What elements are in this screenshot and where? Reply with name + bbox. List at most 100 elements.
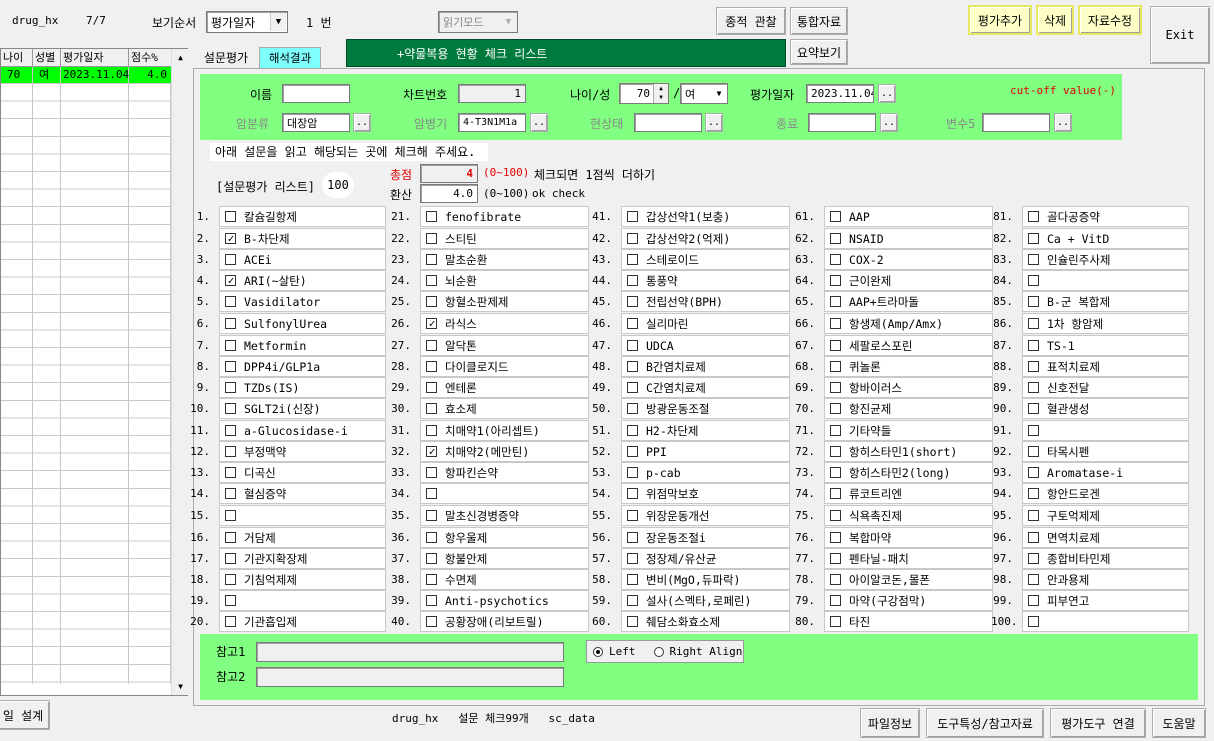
checklist-item[interactable]: H2-차단제 — [621, 420, 790, 441]
checklist-item[interactable]: 전립선약(BPH) — [621, 291, 790, 312]
checkbox[interactable] — [426, 361, 437, 372]
checklist-item[interactable]: 항생제(Amp/Amx) — [824, 313, 993, 334]
checklist-item[interactable]: 방광운동조절 — [621, 398, 790, 419]
scroll-down-icon[interactable]: ▼ — [173, 679, 188, 694]
checkbox[interactable] — [1028, 595, 1039, 606]
checklist-item[interactable]: 신호전달 — [1022, 377, 1189, 398]
checkbox[interactable] — [830, 361, 841, 372]
checklist-item[interactable]: 종합비타민제 — [1022, 548, 1189, 569]
checklist-item[interactable]: 효소제 — [420, 398, 589, 419]
checklist-item[interactable]: TZDs(IS) — [219, 377, 386, 398]
checklist-item[interactable]: AAP+트라마돌 — [824, 291, 993, 312]
checkbox[interactable] — [426, 233, 437, 244]
checklist-item[interactable]: 위장운동개선 — [621, 505, 790, 526]
col-age[interactable]: 나이 — [1, 49, 33, 66]
checkbox[interactable] — [627, 340, 638, 351]
checkbox[interactable] — [225, 340, 236, 351]
checklist-item[interactable]: 펜타닐-패치 — [824, 548, 993, 569]
checkbox[interactable] — [1028, 425, 1039, 436]
checkbox[interactable] — [1028, 296, 1039, 307]
readmode-select[interactable]: 읽기모드 ▼ — [438, 11, 518, 33]
checkbox[interactable] — [830, 595, 841, 606]
checkbox[interactable] — [830, 532, 841, 543]
checklist-item[interactable]: 위점막보호 — [621, 483, 790, 504]
chevron-down-icon[interactable]: ▼ — [501, 13, 516, 31]
col-score[interactable]: 점수% — [129, 49, 171, 66]
checklist-item[interactable]: AAP — [824, 206, 993, 227]
checkbox[interactable] — [1028, 254, 1039, 265]
checkbox[interactable] — [225, 488, 236, 499]
checklist-item[interactable]: NSAID — [824, 228, 993, 249]
checklist-item[interactable]: C간염치료제 — [621, 377, 790, 398]
checkbox[interactable] — [627, 532, 638, 543]
checklist-item[interactable]: COX-2 — [824, 249, 993, 270]
checkbox[interactable] — [225, 361, 236, 372]
checklist-item[interactable]: 치매약2(메만틴) — [420, 441, 589, 462]
grid-scrollbar[interactable]: ▲ ▼ — [171, 49, 188, 695]
checkbox[interactable] — [627, 254, 638, 265]
name-input[interactable] — [282, 84, 350, 103]
checklist-item[interactable]: 아이알코돈,몰폰 — [824, 569, 993, 590]
checklist-item[interactable]: 기타약들 — [824, 420, 993, 441]
checklist-item[interactable]: 공황장애(리보트릴) — [420, 611, 589, 632]
checklist-item[interactable]: 식욕촉진제 — [824, 505, 993, 526]
checkbox[interactable] — [426, 318, 437, 329]
checklist-item[interactable] — [219, 590, 386, 611]
checkbox[interactable] — [426, 254, 437, 265]
current-state-field[interactable] — [634, 113, 702, 132]
checkbox[interactable] — [627, 595, 638, 606]
checkbox[interactable] — [1028, 361, 1039, 372]
checklist-item[interactable]: 타진 — [824, 611, 993, 632]
checkbox[interactable] — [225, 211, 236, 222]
spinner-icon[interactable]: ▲ ▼ — [653, 84, 668, 103]
checklist-item[interactable]: 알닥톤 — [420, 335, 589, 356]
checkbox[interactable] — [426, 446, 437, 457]
checkbox[interactable] — [225, 403, 236, 414]
checkbox[interactable] — [830, 488, 841, 499]
checklist-item[interactable]: 칼슘길항제 — [219, 206, 386, 227]
checklist-item[interactable]: PPI — [621, 441, 790, 462]
sex-select[interactable]: 여 ▼ — [680, 83, 728, 104]
checklist-item[interactable]: 퀴놀론 — [824, 356, 993, 377]
checklist-item[interactable]: 혈심증약 — [219, 483, 386, 504]
end-button[interactable]: .. — [880, 113, 898, 132]
checklist-item[interactable]: 항불안제 — [420, 548, 589, 569]
checklist-item[interactable]: 통풍약 — [621, 270, 790, 291]
checklist-item[interactable]: 항파킨슨약 — [420, 462, 589, 483]
checkbox[interactable] — [627, 318, 638, 329]
checkbox[interactable] — [426, 510, 437, 521]
checklist-item[interactable]: DPP4i/GLP1a — [219, 356, 386, 377]
checkbox[interactable] — [830, 318, 841, 329]
checkbox[interactable] — [225, 553, 236, 564]
checkbox[interactable] — [1028, 382, 1039, 393]
checkbox[interactable] — [225, 595, 236, 606]
chevron-down-icon[interactable]: ▼ — [712, 85, 726, 102]
checkbox[interactable] — [426, 275, 437, 286]
checkbox[interactable] — [225, 425, 236, 436]
checklist-item[interactable]: 1차 항암제 — [1022, 313, 1189, 334]
checklist-item[interactable]: 변비(MgO,듀파락) — [621, 569, 790, 590]
checkbox[interactable] — [627, 403, 638, 414]
checklist-item[interactable]: 면역치료제 — [1022, 527, 1189, 548]
checkbox[interactable] — [426, 467, 437, 478]
checkbox[interactable] — [426, 296, 437, 307]
checklist-item[interactable]: 항우울제 — [420, 527, 589, 548]
checkbox[interactable] — [830, 340, 841, 351]
checklist-item[interactable]: 스테로이드 — [621, 249, 790, 270]
checkbox[interactable] — [830, 467, 841, 478]
stage-button[interactable]: .. — [530, 113, 548, 132]
checkbox[interactable] — [426, 595, 437, 606]
checkbox[interactable] — [225, 446, 236, 457]
checkbox[interactable] — [225, 532, 236, 543]
checkbox[interactable] — [426, 425, 437, 436]
checkbox[interactable] — [1028, 340, 1039, 351]
checklist-item[interactable]: 갑상선약1(보충) — [621, 206, 790, 227]
checklist-item[interactable]: 기침억제제 — [219, 569, 386, 590]
var5-field[interactable] — [982, 113, 1050, 132]
checklist-item[interactable]: 거담제 — [219, 527, 386, 548]
checkbox[interactable] — [426, 488, 437, 499]
checklist-item[interactable]: 말초신경병증약 — [420, 505, 589, 526]
checkbox[interactable] — [225, 296, 236, 307]
checklist-item[interactable]: 항히스타민1(short) — [824, 441, 993, 462]
table-row[interactable]: 70 여 2023.11.04 4.0 — [1, 67, 171, 84]
